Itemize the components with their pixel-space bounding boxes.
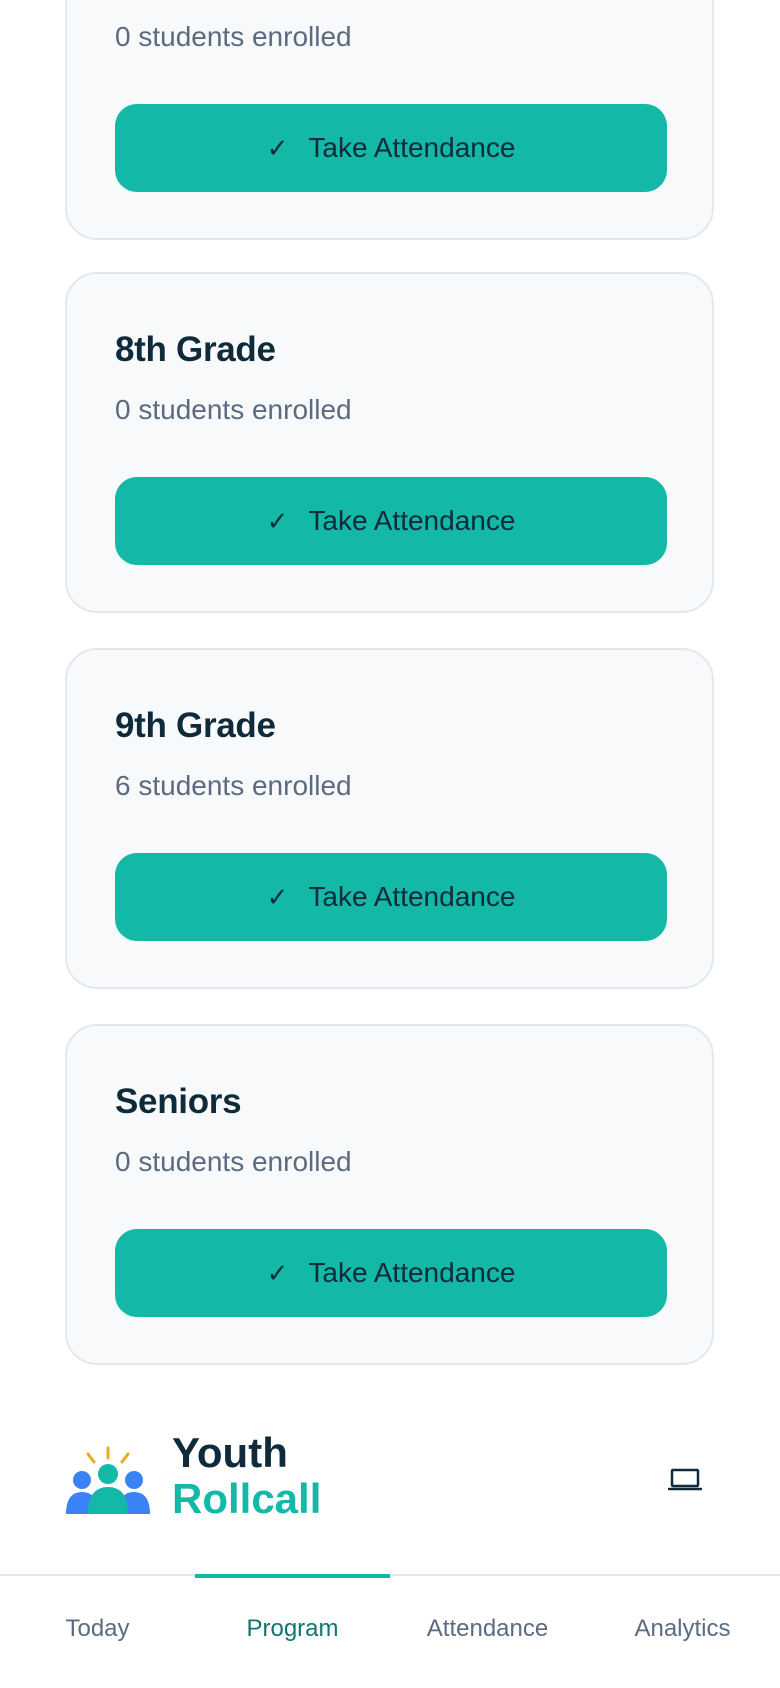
check-icon: ✓ xyxy=(266,505,289,536)
class-card: Seniors 0 students enrolled ✓ Take Atten… xyxy=(65,1024,714,1365)
people-logo-icon xyxy=(66,1446,150,1514)
class-card: 8th Grade 0 students enrolled ✓ Take Att… xyxy=(65,272,714,613)
bottom-nav: Today Program Attendance Analytics xyxy=(0,1574,780,1688)
class-title: 8th Grade xyxy=(115,330,276,369)
take-attendance-label: Take Attendance xyxy=(308,505,516,536)
brand: Youth Rollcall xyxy=(66,1430,356,1522)
enrolled-count: 0 students enrolled xyxy=(115,1146,352,1177)
active-tab-indicator xyxy=(195,1574,390,1578)
tab-label: Program xyxy=(246,1615,339,1642)
class-title: Seniors xyxy=(115,1082,242,1121)
tab-analytics[interactable]: Analytics xyxy=(585,1576,780,1688)
enrolled-count: 6 students enrolled xyxy=(115,770,352,801)
take-attendance-button[interactable]: ✓ Take Attendance xyxy=(115,477,667,565)
brand-name: Youth Rollcall xyxy=(172,1430,321,1522)
take-attendance-button[interactable]: ✓ Take Attendance xyxy=(115,1229,667,1317)
brand-line1: Youth xyxy=(172,1429,288,1476)
take-attendance-label: Take Attendance xyxy=(308,1257,516,1288)
class-card: 9th Grade 6 students enrolled ✓ Take Att… xyxy=(65,648,714,989)
take-attendance-label: Take Attendance xyxy=(308,881,516,912)
take-attendance-button[interactable]: ✓ Take Attendance xyxy=(115,104,667,192)
tab-attendance[interactable]: Attendance xyxy=(390,1576,585,1688)
tab-program[interactable]: Program xyxy=(195,1574,390,1688)
take-attendance-label: Take Attendance xyxy=(308,132,516,163)
check-icon: ✓ xyxy=(266,132,289,163)
tab-today[interactable]: Today xyxy=(0,1576,195,1688)
tab-label: Attendance xyxy=(426,1615,549,1642)
class-card: 0 students enrolled ✓ Take Attendance xyxy=(65,0,714,240)
class-title: 9th Grade xyxy=(115,706,276,745)
enrolled-count: 0 students enrolled xyxy=(115,21,352,52)
take-attendance-button[interactable]: ✓ Take Attendance xyxy=(115,853,667,941)
brand-line2: Rollcall xyxy=(172,1475,322,1522)
tab-label: Today xyxy=(65,1615,130,1642)
tab-label: Analytics xyxy=(634,1615,731,1642)
enrolled-count: 0 students enrolled xyxy=(115,394,352,425)
check-icon: ✓ xyxy=(266,881,289,912)
check-icon: ✓ xyxy=(266,1257,289,1288)
laptop-icon[interactable] xyxy=(668,1468,702,1492)
